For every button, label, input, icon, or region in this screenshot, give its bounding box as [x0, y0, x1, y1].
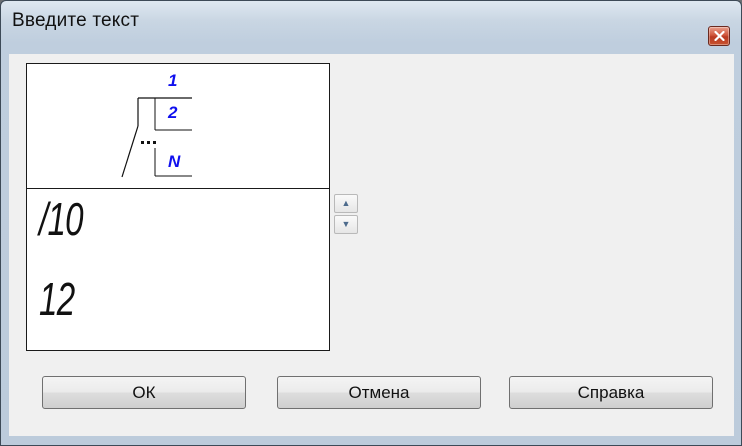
- title-bar[interactable]: Введите текст: [1, 1, 741, 46]
- symbol-label-n: N: [168, 152, 181, 171]
- scroll-down-button[interactable]: ▼: [334, 215, 358, 234]
- arrow-up-icon: ▲: [341, 197, 351, 208]
- canvas-divider: [27, 188, 329, 189]
- window-title: Введите текст: [12, 10, 140, 31]
- help-button[interactable]: Справка: [509, 376, 713, 409]
- close-x-icon: [714, 31, 725, 41]
- close-button[interactable]: [708, 26, 730, 46]
- symbol-label-1: 1: [168, 71, 178, 90]
- text-line-2[interactable]: 12: [39, 276, 75, 322]
- symbol-label-2: 2: [168, 103, 178, 122]
- ok-button[interactable]: ОК: [42, 376, 246, 409]
- dialog-window: Введите текст 1 2 N /10 12 ▲ ▼ ОК Отмена…: [0, 0, 742, 446]
- cancel-button[interactable]: Отмена: [277, 376, 481, 409]
- text-input-canvas[interactable]: 1 2 N /10 12: [26, 63, 330, 351]
- text-line-1[interactable]: /10: [39, 196, 84, 242]
- scroll-up-button[interactable]: ▲: [334, 194, 358, 213]
- dialog-client-area: 1 2 N /10 12 ▲ ▼ ОК Отмена Справка: [9, 54, 734, 436]
- symbol-preview: 1 2 N: [27, 64, 329, 188]
- arrow-down-icon: ▼: [341, 218, 351, 229]
